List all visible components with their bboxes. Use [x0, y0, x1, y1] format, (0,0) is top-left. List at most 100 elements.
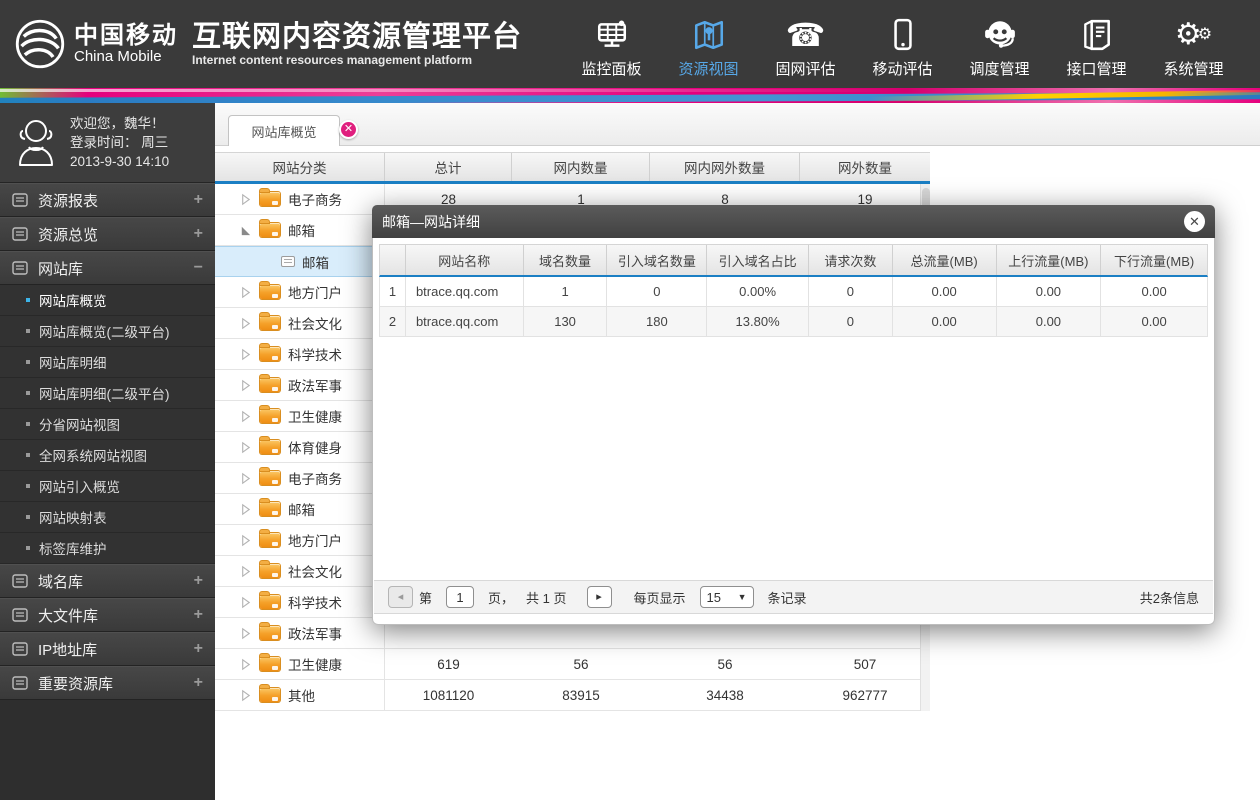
- expand-icon[interactable]: +: [194, 191, 203, 209]
- menu-groups-top: 资源报表 + 资源总览 + 网站库 −: [0, 183, 215, 285]
- expand-icon[interactable]: +: [194, 674, 203, 692]
- tree-expand-icon[interactable]: [239, 689, 252, 702]
- platform-title-block: 互联网内容资源管理平台 Internet content resources m…: [192, 21, 522, 67]
- sidebar-group-重要资源库[interactable]: 重要资源库 +: [0, 666, 215, 700]
- tree-expand-icon[interactable]: [239, 658, 252, 671]
- modal-column-header: 域名数量: [524, 245, 608, 275]
- table-row[interactable]: 其他 1081120 83915 34438 962777: [215, 680, 930, 711]
- tree-collapse-icon[interactable]: [239, 224, 252, 237]
- tree-expand-icon[interactable]: [239, 503, 252, 516]
- modal-value-cell: 180: [607, 307, 708, 336]
- expand-icon[interactable]: +: [194, 225, 203, 243]
- modal-column-header: 上行流量(MB): [997, 245, 1102, 275]
- value-cell: 56: [573, 656, 589, 672]
- sidebar-item-网站引入概览[interactable]: 网站引入概览: [0, 471, 215, 502]
- user-welcome: 欢迎您，魏华！: [70, 116, 165, 131]
- mobile-icon: [854, 10, 951, 52]
- nav-item-document[interactable]: 接口管理: [1048, 10, 1145, 79]
- category-label: 社会文化: [288, 565, 342, 580]
- brand-text: 中国移动 China Mobile: [74, 23, 178, 65]
- modal-column-header: 请求次数: [809, 245, 893, 275]
- nav-item-label: 移动评估: [872, 60, 933, 78]
- folder-icon: [260, 654, 280, 671]
- nav-item-headset[interactable]: 调度管理: [951, 10, 1048, 79]
- tree-expand-icon[interactable]: [239, 348, 252, 361]
- tree-expand-icon[interactable]: [239, 286, 252, 299]
- folder-icon: [260, 623, 280, 640]
- category-cell: 体育健身: [215, 432, 385, 462]
- tree-expand-icon[interactable]: [239, 472, 252, 485]
- sidebar-item-标签库维护[interactable]: 标签库维护: [0, 533, 215, 564]
- bullet-icon: [26, 484, 30, 488]
- sidebar-group-资源总览[interactable]: 资源总览 +: [0, 217, 215, 251]
- next-page-button[interactable]: ▸: [586, 586, 612, 608]
- tree-expand-icon[interactable]: [239, 193, 252, 206]
- sidebar-group-网站库[interactable]: 网站库 −: [0, 251, 215, 285]
- category-cell: 社会文化: [215, 308, 385, 338]
- sidebar-item-label: 网站库明细: [39, 356, 107, 371]
- tab-close-icon[interactable]: ✕: [339, 120, 358, 139]
- modal-body: 网站名称 域名数量 引入域名数量 引入域名占比 请求次数 总流量(MB) 上行流量(MB) 下…: [372, 238, 1215, 625]
- tab-website-overview[interactable]: 网站库概览 ✕: [228, 115, 358, 146]
- modal-table-row[interactable]: 1 btrace.qq.com 1 0 0.00% 0 0.00 0.00 0.00: [380, 277, 1207, 307]
- modal-close-icon[interactable]: ✕: [1184, 211, 1205, 232]
- collapse-icon[interactable]: −: [194, 259, 203, 277]
- tree-expand-icon[interactable]: [239, 379, 252, 392]
- nav-item-telephone[interactable]: ☎ 固网评估: [757, 10, 854, 79]
- tree-expand-icon[interactable]: [239, 565, 252, 578]
- per-page-select[interactable]: 15 ▼: [699, 586, 754, 608]
- nav-item-mobile[interactable]: 移动评估: [854, 10, 951, 79]
- column-header: 总计: [385, 153, 512, 181]
- page-number-input[interactable]: [446, 586, 475, 608]
- expand-icon[interactable]: +: [194, 640, 203, 658]
- top-nav: 监控面板 资源视图 ☎ 固网评估 移动评估 调度管理 接口管理 ⚙ ⚙ 系统管理: [563, 0, 1242, 88]
- sidebar-group-域名库[interactable]: 域名库 +: [0, 564, 215, 598]
- modal-table-row[interactable]: 2 btrace.qq.com 130 180 13.80% 0 0.00 0.00 0.00: [380, 307, 1207, 337]
- sidebar-item-网站库概览(二级平台)[interactable]: 网站库概览(二级平台): [0, 316, 215, 347]
- nav-item-map[interactable]: 资源视图: [660, 10, 757, 79]
- sidebar-item-网站映射表[interactable]: 网站映射表: [0, 502, 215, 533]
- category-cell: 地方门户: [215, 525, 385, 555]
- tree-expand-icon[interactable]: [239, 410, 252, 423]
- column-header: 网内数量: [512, 153, 650, 181]
- sidebar-item-分省网站视图[interactable]: 分省网站视图: [0, 409, 215, 440]
- sidebar-item-网站库明细[interactable]: 网站库明细: [0, 347, 215, 378]
- category-cell: 社会文化: [215, 556, 385, 586]
- tree-expand-icon[interactable]: [239, 627, 252, 640]
- modal-value-cell: 0: [809, 307, 893, 336]
- category-cell: 政法军事: [215, 618, 385, 648]
- sidebar-item-网站库明细(二级平台)[interactable]: 网站库明细(二级平台): [0, 378, 215, 409]
- expand-icon[interactable]: +: [194, 606, 203, 624]
- app-header: 中国移动 China Mobile 互联网内容资源管理平台 Internet c…: [0, 0, 1260, 88]
- category-cell: 科学技术: [215, 587, 385, 617]
- sidebar-group-资源报表[interactable]: 资源报表 +: [0, 183, 215, 217]
- modal-titlebar[interactable]: 邮箱—网站详细 ✕: [372, 205, 1215, 238]
- sidebar-item-网站库概览[interactable]: 网站库概览: [0, 285, 215, 316]
- sidebar-item-全网系统网站视图[interactable]: 全网系统网站视图: [0, 440, 215, 471]
- nav-item-gears[interactable]: ⚙ ⚙ 系统管理: [1145, 10, 1242, 79]
- sidebar-group-大文件库[interactable]: 大文件库 +: [0, 598, 215, 632]
- category-cell: 卫生健康: [215, 401, 385, 431]
- modal-value-cell: 130: [524, 307, 608, 336]
- expand-icon[interactable]: +: [194, 572, 203, 590]
- sidebar-group-IP地址库[interactable]: IP地址库 +: [0, 632, 215, 666]
- menu-group-icon: [12, 227, 28, 241]
- tree-expand-icon[interactable]: [239, 596, 252, 609]
- tree-expand-icon[interactable]: [239, 317, 252, 330]
- tree-expand-icon[interactable]: [239, 534, 252, 547]
- value-cell: 619: [437, 656, 460, 672]
- folder-icon: [260, 592, 280, 609]
- table-row[interactable]: 卫生健康 619 56 56 507: [215, 649, 930, 680]
- category-label: 政法军事: [288, 627, 342, 642]
- map-icon: [660, 10, 757, 52]
- category-cell: 邮箱: [215, 494, 385, 524]
- value-cell: 507: [853, 656, 877, 672]
- modal-title: 邮箱—网站详细: [382, 213, 480, 230]
- modal-table-body: 1 btrace.qq.com 1 0 0.00% 0 0.00 0.00 0.00 2 btrac…: [379, 277, 1208, 337]
- menu-group-label: 资源总览: [38, 226, 99, 244]
- nav-item-dashboard[interactable]: 监控面板: [563, 10, 660, 79]
- folder-icon: [260, 220, 280, 237]
- tab-label: 网站库概览: [251, 124, 317, 140]
- tree-expand-icon[interactable]: [239, 441, 252, 454]
- prev-page-button[interactable]: ◂: [388, 586, 413, 608]
